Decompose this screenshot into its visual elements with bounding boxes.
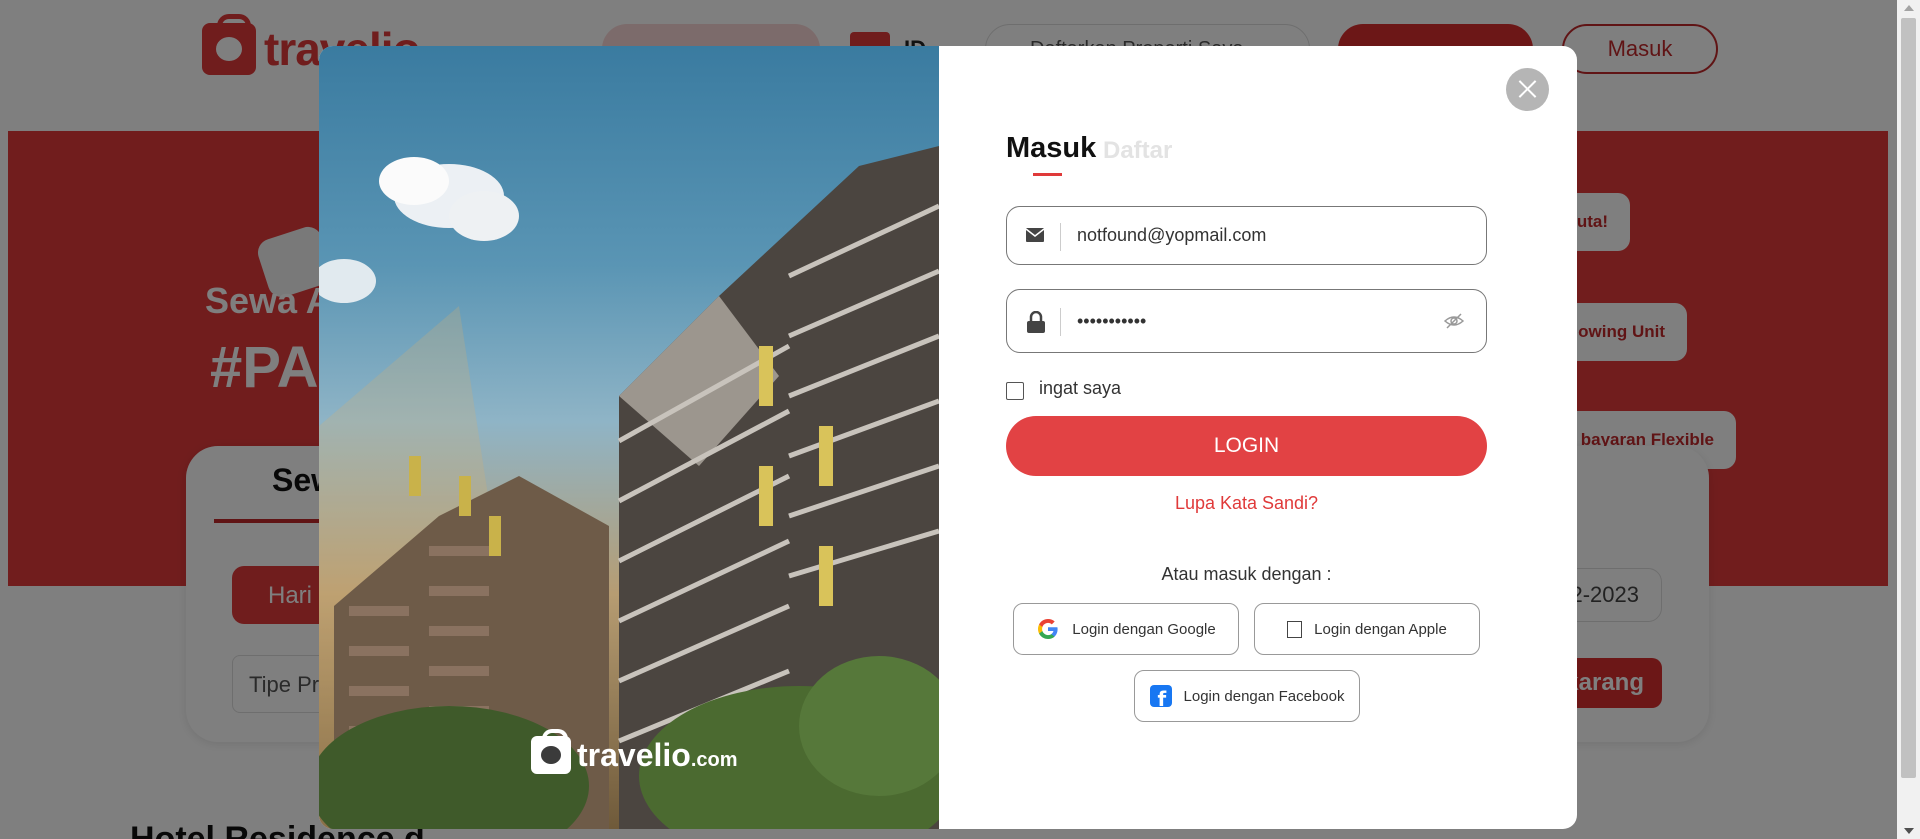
facebook-login-label: Login dengan Facebook	[1183, 687, 1345, 705]
login-button[interactable]: LOGIN	[1006, 416, 1487, 476]
alt-login-label: Atau masuk dengan :	[1161, 564, 1332, 584]
email-input[interactable]	[1077, 207, 1437, 264]
tab-masuk[interactable]: Masuk	[1006, 132, 1096, 165]
close-icon[interactable]	[1506, 68, 1549, 111]
apple-login-button[interactable]: Login dengan Apple	[1254, 603, 1480, 655]
tab-daftar[interactable]: Daftar	[1103, 137, 1172, 165]
photo-logo-suffix: .com	[690, 748, 738, 771]
google-icon	[1038, 619, 1058, 639]
page-scrollbar[interactable]	[1897, 0, 1920, 839]
field-divider	[1060, 223, 1061, 251]
apple-icon	[1287, 620, 1303, 638]
envelope-icon	[1026, 228, 1044, 242]
remember-label[interactable]: ingat saya	[1039, 378, 1121, 399]
scroll-up-arrow-icon[interactable]	[1904, 5, 1914, 11]
building-illustration	[319, 146, 939, 829]
google-login-label: Login dengan Google	[1072, 620, 1216, 638]
field-divider	[1060, 308, 1061, 336]
facebook-icon: f	[1149, 685, 1172, 707]
password-field[interactable]	[1006, 289, 1487, 353]
remember-checkbox[interactable]	[1006, 382, 1024, 400]
facebook-login-button[interactable]: f Login dengan Facebook	[1134, 670, 1360, 722]
scroll-down-arrow-icon[interactable]	[1904, 828, 1914, 834]
apple-login-label: Login dengan Apple	[1314, 620, 1447, 638]
logo-bag-icon	[531, 729, 571, 774]
google-login-button[interactable]: Login dengan Google	[1013, 603, 1239, 655]
remember-me[interactable]: ingat saya	[1006, 376, 1121, 400]
lock-icon	[1027, 311, 1045, 333]
email-field[interactable]	[1006, 206, 1487, 265]
active-tab-indicator	[1033, 173, 1062, 176]
eye-slash-icon[interactable]	[1444, 313, 1464, 329]
password-input[interactable]	[1077, 290, 1437, 352]
photo-logo: travelio.com	[531, 729, 738, 774]
forgot-password-link[interactable]: Lupa Kata Sandi?	[1006, 493, 1487, 514]
scroll-thumb[interactable]	[1901, 18, 1916, 778]
modal-building-photo: travelio.com	[319, 46, 939, 829]
photo-logo-text: travelio	[577, 736, 691, 773]
